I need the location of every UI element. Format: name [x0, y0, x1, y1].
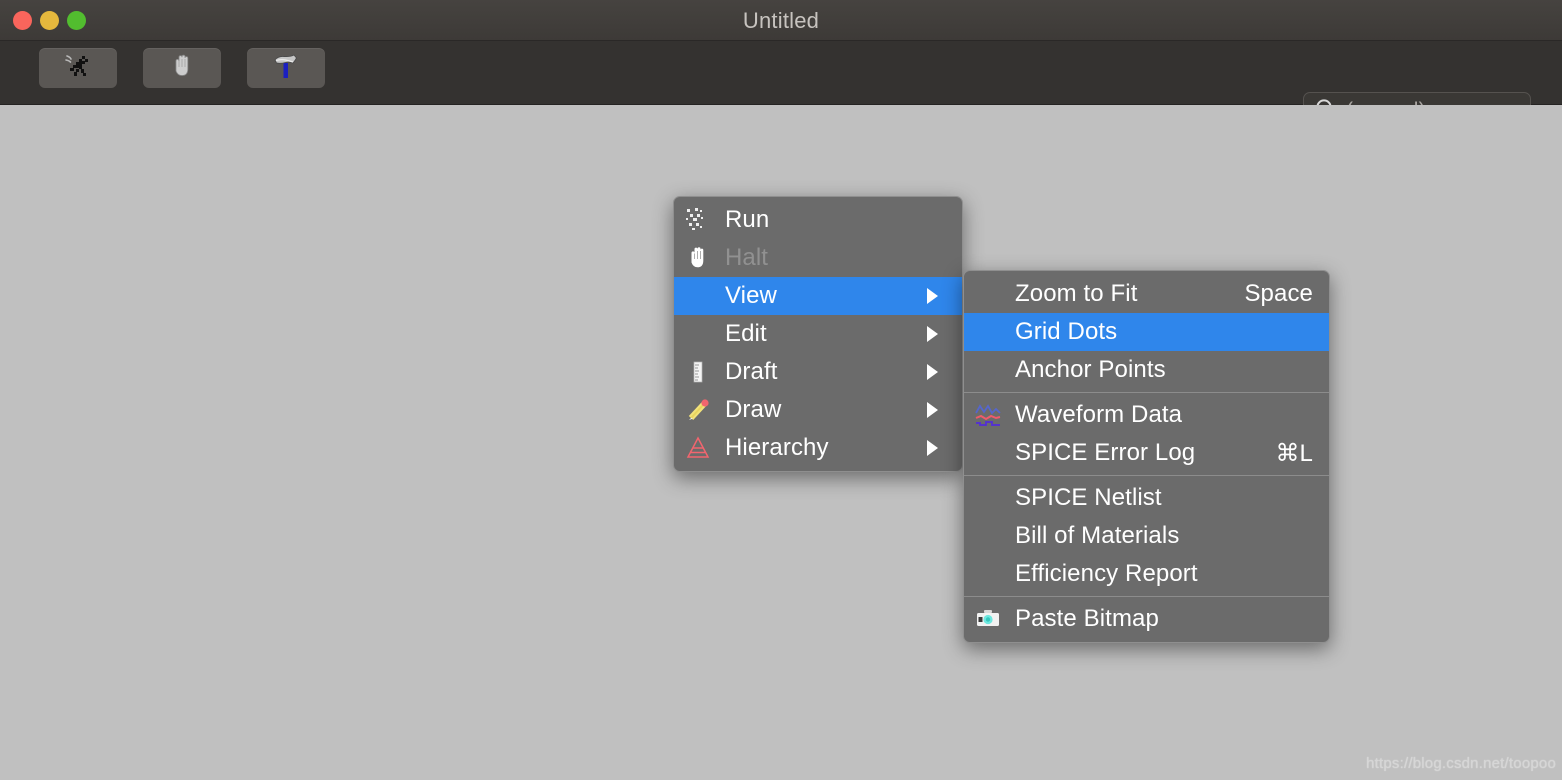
menu-item-spice-netlist[interactable]: SPICE Netlist: [964, 479, 1329, 517]
menu-item-label: Bill of Materials: [1015, 522, 1180, 549]
menu-item-efficiency-report[interactable]: Efficiency Report: [964, 555, 1329, 593]
menu-item-edit[interactable]: Edit: [674, 315, 962, 353]
menu-item-draw[interactable]: Draw: [674, 391, 962, 429]
menu-separator: [964, 475, 1329, 476]
menu-item-zoom-to-fit[interactable]: Zoom to Fit Space: [964, 275, 1329, 313]
main-context-menu: Run Halt View Edit Draft Draw Hierarchy: [673, 196, 963, 472]
chevron-right-icon: [927, 402, 938, 418]
menu-item-shortcut: ⌘L: [1275, 439, 1313, 467]
menu-item-shortcut: Space: [1244, 280, 1313, 307]
menu-item-label: SPICE Error Log: [1015, 439, 1196, 466]
toolbar-edit-button[interactable]: [247, 48, 325, 88]
menu-item-label: Zoom to Fit: [1015, 280, 1138, 307]
running-figure-icon: [65, 53, 91, 84]
menu-item-paste-bitmap[interactable]: Paste Bitmap: [964, 600, 1329, 638]
chevron-right-icon: [927, 288, 938, 304]
hand-icon: [684, 244, 712, 272]
menu-item-spice-error-log[interactable]: SPICE Error Log ⌘L: [964, 434, 1329, 472]
menu-item-run[interactable]: Run: [674, 201, 962, 239]
menu-item-halt: Halt: [674, 239, 962, 277]
chevron-right-icon: [927, 326, 938, 342]
pyramid-icon: [684, 434, 712, 462]
menu-item-label: Grid Dots: [1015, 318, 1118, 345]
menu-item-waveform-data[interactable]: Waveform Data: [964, 396, 1329, 434]
chevron-right-icon: [927, 364, 938, 380]
toolbar: (normal): [0, 41, 1562, 130]
menu-item-anchor-points[interactable]: Anchor Points: [964, 351, 1329, 389]
menu-item-label: View: [725, 282, 777, 309]
toolbar-halt-button[interactable]: [143, 48, 221, 88]
menu-separator: [964, 392, 1329, 393]
menu-item-grid-dots[interactable]: Grid Dots: [964, 313, 1329, 351]
menu-item-label: Edit: [725, 320, 767, 347]
camera-icon: [974, 605, 1002, 633]
pencil-icon: [684, 396, 712, 424]
waveform-icon: [974, 401, 1002, 429]
menu-separator: [964, 596, 1329, 597]
hammer-icon: [271, 52, 301, 85]
ruler-icon: [684, 358, 712, 386]
menu-item-view[interactable]: View: [674, 277, 962, 315]
menu-item-draft[interactable]: Draft: [674, 353, 962, 391]
menu-item-label: Efficiency Report: [1015, 560, 1198, 587]
view-submenu: Zoom to Fit Space Grid Dots Anchor Point…: [963, 270, 1330, 643]
watermark-text: https://blog.csdn.net/toopoo: [1366, 755, 1556, 772]
close-window-button[interactable]: [13, 11, 32, 30]
window-titlebar: Untitled: [0, 0, 1562, 41]
traffic-light-group: [13, 11, 86, 30]
minimize-window-button[interactable]: [40, 11, 59, 30]
window-title: Untitled: [742, 8, 820, 33]
menu-item-label: Anchor Points: [1015, 356, 1166, 383]
hand-icon: [169, 53, 195, 84]
chevron-right-icon: [927, 440, 938, 456]
app-window: Untitled https://blog.csdn.net/toopoo Ru…: [0, 0, 1562, 780]
toolbar-run-button[interactable]: [39, 48, 117, 88]
menu-item-hierarchy[interactable]: Hierarchy: [674, 429, 962, 467]
menu-item-label: SPICE Netlist: [1015, 484, 1162, 511]
maximize-window-button[interactable]: [67, 11, 86, 30]
sparkle-run-icon: [684, 206, 712, 234]
menu-item-bill-of-materials[interactable]: Bill of Materials: [964, 517, 1329, 555]
